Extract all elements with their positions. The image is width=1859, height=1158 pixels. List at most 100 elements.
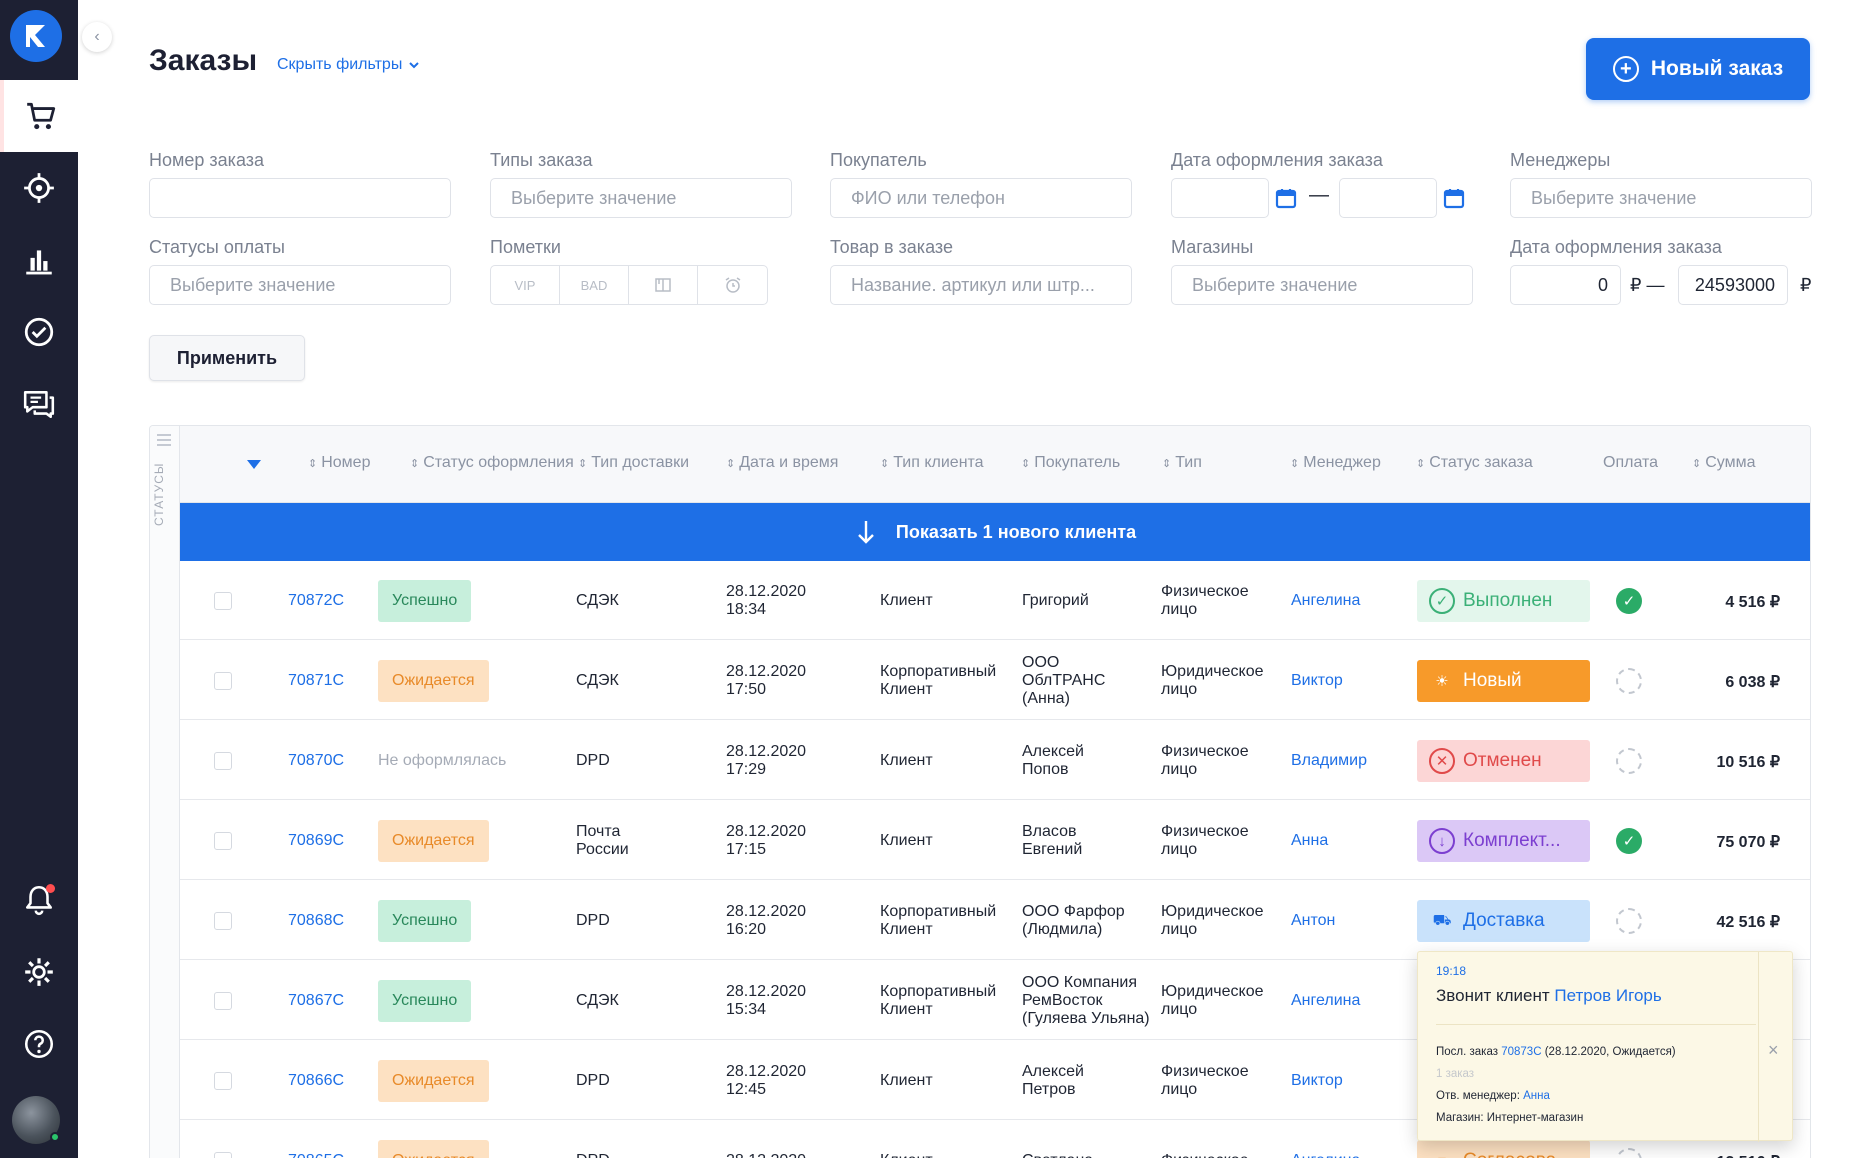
manager-link[interactable]: Ангелина (1291, 1152, 1360, 1158)
order-datetime: 28.12.2020 12:45 (726, 1063, 807, 1098)
order-status-badge[interactable]: ✓ Выполнен (1417, 580, 1590, 622)
row-checkbox[interactable] (214, 672, 232, 690)
payment-statuses-select[interactable]: Выберите значение (149, 265, 451, 305)
row-checkbox[interactable] (214, 832, 232, 850)
nav-analytics[interactable] (0, 224, 78, 296)
page-title: Заказы (149, 44, 258, 77)
calendar-icon[interactable] (1443, 187, 1465, 209)
logo-icon[interactable] (10, 10, 62, 62)
row-checkbox[interactable] (214, 1152, 232, 1158)
chat-icon (23, 391, 55, 419)
nav-settings[interactable] (0, 936, 78, 1008)
mark-alarm[interactable] (698, 266, 767, 304)
table-row[interactable]: 70871C Ожидается СДЭК 28.12.2020 17:50 Корпор… (180, 641, 1810, 720)
call-time: 19:18 (1436, 964, 1467, 978)
manager-link[interactable]: Ангелина (1291, 592, 1360, 610)
collapse-sidebar-button[interactable]: ‹ (82, 22, 112, 52)
order-number-link[interactable]: 70869C (288, 832, 344, 850)
sum-from-input[interactable]: 0 (1510, 265, 1621, 305)
manager-link[interactable]: Виктор (1291, 1072, 1343, 1090)
col-number[interactable]: ⇕ Номер (308, 454, 370, 472)
order-number-link[interactable]: 70868C (288, 912, 344, 930)
new-clients-banner[interactable]: Показать 1 нового клиента (180, 503, 1810, 561)
nav-orders[interactable] (0, 80, 78, 152)
avatar[interactable] (12, 1096, 60, 1144)
row-checkbox[interactable] (214, 992, 232, 1010)
col-sum[interactable]: ⇕ Сумма (1692, 454, 1756, 472)
col-datetime[interactable]: ⇕ Дата и время (726, 454, 838, 472)
mark-vip[interactable]: VIP (491, 266, 560, 304)
order-number-link[interactable]: 70871C (288, 672, 344, 690)
hide-filters-link[interactable]: Скрыть фильтры (277, 56, 420, 74)
order-number-link[interactable]: 70866C (288, 1072, 344, 1090)
buyer-input[interactable]: ФИО или телефон (830, 178, 1132, 218)
col-order-status[interactable]: ⇕ Статус заказа (1416, 454, 1533, 472)
order-number-link[interactable]: 70865C (288, 1152, 344, 1158)
last-order-link[interactable]: 70873C (1501, 1046, 1541, 1058)
col-delivery[interactable]: ⇕ Тип доставки (578, 454, 689, 472)
sort-down-icon[interactable] (247, 460, 261, 469)
col-buyer[interactable]: ⇕ Покупатель (1021, 454, 1120, 472)
order-status-badge[interactable]: ↓ Комплект... (1417, 820, 1590, 862)
new-order-button[interactable]: + Новый заказ (1586, 38, 1810, 100)
nav-tracking[interactable] (0, 152, 78, 224)
order-number-label: Номер заказа (149, 150, 265, 170)
col-manager[interactable]: ⇕ Менеджер (1290, 454, 1381, 472)
order-datetime: 28.12.2020 18:34 (726, 583, 807, 618)
statuses-panel[interactable]: СТАТУСЫ (150, 426, 180, 1158)
row-checkbox[interactable] (214, 592, 232, 610)
table-row[interactable]: 70872C Успешно СДЭК 28.12.2020 18:34 Клиент Гр… (180, 561, 1810, 640)
order-status-badge[interactable]: ☀ Новый (1417, 660, 1590, 702)
close-icon[interactable]: × (1768, 1040, 1779, 1061)
order-status-badge[interactable]: ≡Согласова (1417, 1140, 1590, 1158)
nav-help[interactable] (0, 1008, 78, 1080)
manager-link[interactable]: Анна (1291, 832, 1328, 850)
client-type: Корпоративный Клиент (880, 903, 997, 938)
col-type[interactable]: ⇕ Тип (1162, 454, 1202, 472)
col-payment[interactable]: Оплата (1603, 454, 1658, 472)
paid-icon: ✓ (1616, 588, 1642, 614)
order-number-link[interactable]: 70872C (288, 592, 344, 610)
row-checkbox[interactable] (214, 1072, 232, 1090)
nav-chats[interactable] (0, 368, 78, 440)
product-input[interactable]: Название. артикул или штр... (830, 265, 1132, 305)
person-type: Физическое (1161, 1152, 1249, 1158)
nav-notifications[interactable] (0, 864, 78, 936)
nav-tasks[interactable] (0, 296, 78, 368)
manager-link[interactable]: Ангелина (1291, 992, 1360, 1010)
manager-link[interactable]: Виктор (1291, 672, 1343, 690)
row-checkbox[interactable] (214, 912, 232, 930)
buyer-name: Григорий (1022, 592, 1089, 609)
buyer-name: ООО Компания РемВосток (Гуляева Ульяна) (1022, 974, 1150, 1027)
table-row[interactable]: 70870C Не оформлялась DPD 28.12.2020 17:29 Кл… (180, 721, 1810, 800)
mark-bad[interactable]: BAD (560, 266, 629, 304)
apply-button[interactable]: Применить (149, 335, 305, 381)
table-row[interactable]: 70868C Успешно DPD 28.12.2020 16:20 Корпорати… (180, 881, 1810, 960)
managers-select[interactable]: Выберите значение (1510, 178, 1812, 218)
order-number-input[interactable] (149, 178, 451, 218)
sum-to-input[interactable]: 24593000 (1678, 265, 1788, 305)
order-datetime: 28.12.2020 15:34 (726, 983, 807, 1018)
table-row[interactable]: 70869C Ожидается Почта России 28.12.2020 17:1… (180, 801, 1810, 880)
order-status-badge[interactable]: ✕ Отменен (1417, 740, 1590, 782)
manager-link[interactable]: Анна (1523, 1090, 1550, 1102)
order-number-link[interactable]: 70867C (288, 992, 344, 1010)
col-reg-status[interactable]: ⇕ Статус оформления (410, 454, 574, 472)
date-from-input[interactable] (1171, 178, 1269, 218)
online-indicator (50, 1132, 60, 1142)
calendar-icon[interactable] (1275, 187, 1297, 209)
date-to-input[interactable] (1339, 178, 1437, 218)
order-status-badge[interactable]: ⛟ Доставка (1417, 900, 1590, 942)
chevron-left-icon: ‹ (94, 28, 100, 45)
manager-link[interactable]: Владимир (1291, 752, 1367, 770)
order-number-link[interactable]: 70870C (288, 752, 344, 770)
order-types-select[interactable]: Выберите значение (490, 178, 792, 218)
stores-select[interactable]: Выберите значение (1171, 265, 1473, 305)
mark-book[interactable] (629, 266, 698, 304)
row-checkbox[interactable] (214, 752, 232, 770)
caller-link[interactable]: Петров Игорь (1554, 986, 1661, 1005)
col-client-type[interactable]: ⇕ Тип клиента (880, 454, 984, 472)
order-datetime: 28.12.2020 17:29 (726, 743, 807, 778)
delivery-type: Почта России (576, 823, 629, 858)
manager-link[interactable]: Антон (1291, 912, 1335, 930)
